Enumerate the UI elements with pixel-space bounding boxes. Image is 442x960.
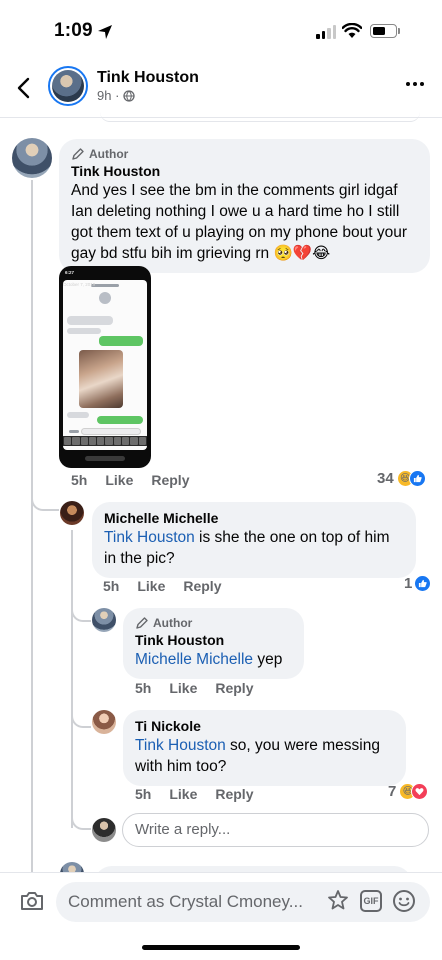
comment-actions: 5h Like Reply	[71, 472, 189, 488]
thread-curve-1	[31, 485, 59, 511]
globe-icon	[123, 89, 136, 102]
reaction-count: 7	[388, 783, 397, 800]
location-arrow-icon	[98, 25, 112, 39]
reply-button[interactable]: Reply	[151, 472, 189, 488]
avatar[interactable]	[92, 608, 116, 632]
thread-curve-3	[71, 706, 91, 728]
mention-link[interactable]: Michelle Michelle	[135, 651, 253, 668]
author-badge: Author	[71, 147, 418, 161]
mention-link[interactable]: Tink Houston	[104, 529, 195, 546]
reply-button[interactable]: Reply	[215, 786, 253, 802]
reaction-count: 34	[377, 470, 394, 487]
like-button[interactable]: Like	[137, 578, 165, 594]
post-header: Tink Houston 9h ·	[0, 58, 442, 118]
comment-age: 5h	[103, 578, 120, 594]
screenshot-time: 6:27	[65, 270, 75, 275]
reaction-count: 1	[404, 575, 413, 592]
header-avatar[interactable]	[48, 66, 88, 106]
thread-curve-4	[71, 806, 91, 830]
thread-line-main	[31, 180, 33, 872]
cellular-signal-icon	[316, 25, 336, 39]
battery-icon	[370, 24, 397, 38]
avatar-sticker-icon[interactable]	[326, 889, 350, 913]
thread-curve-2	[71, 600, 91, 622]
like-button[interactable]: Like	[105, 472, 133, 488]
comment-actions: 5h Like Reply	[135, 680, 253, 696]
author-badge: Author	[135, 616, 292, 630]
reply-button[interactable]: Reply	[215, 680, 253, 696]
avatar[interactable]	[12, 138, 52, 178]
more-dots-icon[interactable]	[406, 82, 424, 86]
comment-bubble: Ti Nickole Tink Houston so, you were mes…	[123, 710, 406, 786]
screenshot-screen	[63, 280, 147, 450]
screenshot-date: October 7, 2019	[63, 282, 96, 287]
previous-comment-edge	[100, 112, 420, 122]
comment-bubble: Author Tink Houston Michelle Michelle ye…	[123, 608, 304, 679]
like-icon	[414, 575, 432, 592]
comment-actions: 5h Like Reply	[135, 786, 253, 802]
love-icon	[411, 783, 429, 800]
comment-author[interactable]: Michelle Michelle	[104, 510, 404, 526]
wifi-icon	[342, 23, 362, 38]
thread-line-sub	[71, 530, 73, 828]
reply-button[interactable]: Reply	[183, 578, 221, 594]
comment-age: 5h	[135, 680, 152, 696]
comment-age: 5h	[71, 472, 88, 488]
comment-body: yep	[253, 651, 283, 668]
comment-text: Michelle Michelle yep	[135, 649, 292, 670]
avatar[interactable]	[92, 710, 116, 734]
gif-icon[interactable]: GIF	[360, 890, 382, 912]
comment-author[interactable]: Ti Nickole	[135, 718, 394, 734]
write-reply-input[interactable]: Write a reply...	[122, 813, 429, 847]
status-bar: 1:09	[0, 0, 442, 58]
composer-tools: GIF	[326, 889, 416, 913]
current-user-avatar	[92, 818, 116, 842]
status-time: 1:09	[54, 20, 93, 41]
mention-link[interactable]: Tink Houston	[135, 737, 226, 754]
comment-text: Tink Houston so, you were messing with h…	[135, 735, 394, 777]
comment-input-placeholder: Comment as Crystal Cmoney...	[68, 892, 303, 911]
pencil-icon	[136, 617, 148, 629]
comment-age: 5h	[135, 786, 152, 802]
avatar[interactable]	[60, 501, 84, 525]
avatar-image	[52, 70, 84, 102]
comment-bubble: Author Tink Houston And yes I see the bm…	[59, 139, 430, 273]
comment-author[interactable]: Tink Houston	[71, 163, 418, 179]
comment-actions: 5h Like Reply	[103, 578, 221, 594]
header-time: 9h ·	[97, 88, 120, 103]
like-button[interactable]: Like	[169, 786, 197, 802]
reaction-summary[interactable]: 34 😆	[377, 470, 426, 487]
reaction-summary[interactable]: 1	[404, 575, 432, 592]
comment-bubble: Michelle Michelle Tink Houston is she th…	[92, 502, 416, 578]
author-badge-label: Author	[153, 616, 193, 630]
comment-input[interactable]: Comment as Crystal Cmoney... GIF	[56, 882, 430, 922]
screenshot-app-strip	[63, 436, 147, 446]
like-button[interactable]: Like	[169, 680, 197, 696]
screenshot-photo	[79, 350, 123, 408]
home-indicator	[142, 945, 300, 950]
emoji-icon[interactable]	[392, 889, 416, 913]
comment-text: And yes I see the bm in the comments gir…	[71, 182, 408, 262]
comment-text: Tink Houston is she the one on top of hi…	[104, 527, 404, 569]
back-chevron-icon[interactable]	[14, 76, 34, 100]
camera-icon[interactable]	[20, 890, 44, 912]
screenshot-home-bar	[85, 456, 125, 461]
header-meta: 9h ·	[97, 88, 136, 103]
reaction-summary[interactable]: 7 😆	[388, 783, 429, 800]
battery-cap	[398, 28, 400, 34]
pencil-icon	[72, 148, 84, 160]
like-icon	[408, 470, 426, 487]
header-name[interactable]: Tink Houston	[97, 69, 199, 87]
author-badge-label: Author	[89, 147, 129, 161]
attached-screenshot[interactable]: 6:27 October 7, 2019	[59, 266, 151, 468]
comment-author[interactable]: Tink Houston	[135, 632, 292, 648]
